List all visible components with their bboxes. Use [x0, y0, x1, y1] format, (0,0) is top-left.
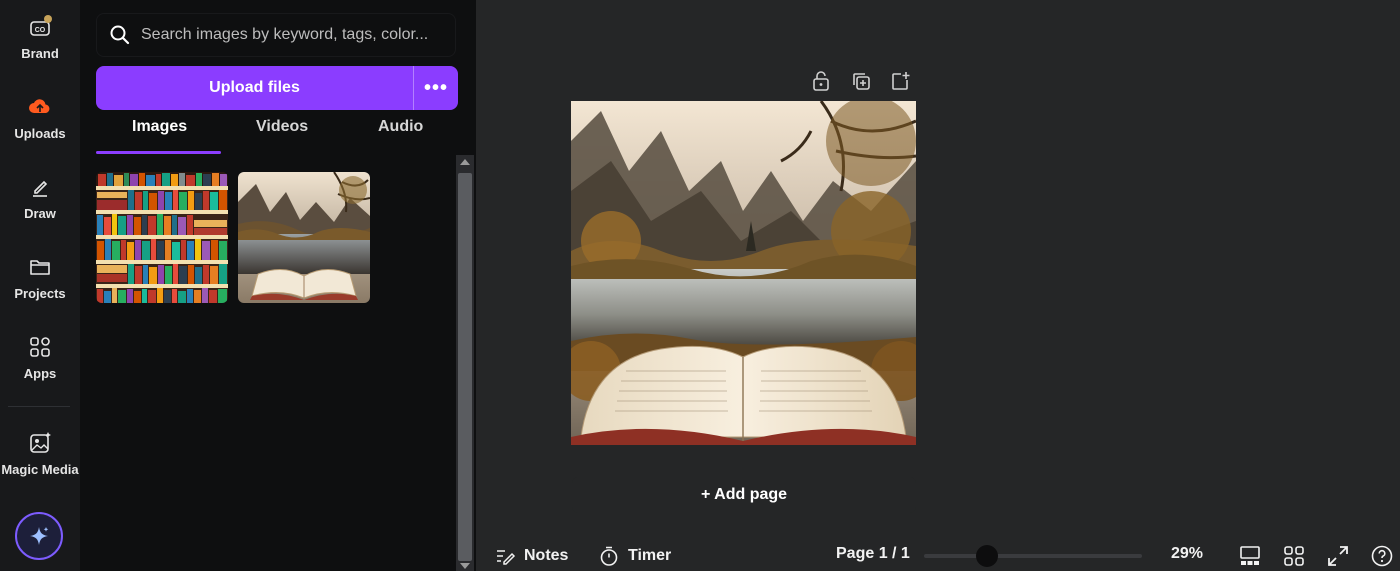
- rail-item-uploads[interactable]: Uploads: [0, 94, 80, 141]
- sparkle-icon: [30, 527, 49, 545]
- folder-icon: [27, 254, 53, 280]
- search-icon: [110, 25, 130, 45]
- duplicate-page-icon[interactable]: [850, 70, 872, 92]
- tab-images[interactable]: Images: [132, 118, 187, 136]
- rail-item-label: Brand: [21, 46, 59, 61]
- lock-icon[interactable]: [810, 70, 832, 92]
- panel-scrollbar[interactable]: [456, 155, 474, 571]
- scroll-down-arrow-icon[interactable]: [460, 563, 470, 569]
- zoom-slider-track[interactable]: [924, 554, 1142, 558]
- page-indicator[interactable]: Page 1 / 1: [836, 545, 910, 563]
- tab-audio[interactable]: Audio: [378, 118, 423, 136]
- rail-item-label: Magic Media: [1, 462, 79, 477]
- add-page-button[interactable]: + Add page: [572, 477, 916, 513]
- uploads-panel: Upload files ••• Images Videos Audio: [80, 0, 476, 571]
- zoom-slider-handle[interactable]: [976, 545, 998, 567]
- left-rail: CO Brand Uploads Draw Projects Apps Magi…: [0, 0, 80, 571]
- brand-icon: CO: [27, 14, 53, 40]
- help-icon[interactable]: [1370, 544, 1394, 568]
- rail-item-projects[interactable]: Projects: [0, 254, 80, 301]
- bottom-toolbar: Notes Timer Page 1 / 1 29%: [476, 540, 1400, 571]
- tab-videos[interactable]: Videos: [256, 118, 308, 136]
- editor-app: CO Brand Uploads Draw Projects Apps Magi…: [0, 0, 1400, 571]
- rail-item-label: Projects: [14, 286, 66, 301]
- media-tabs: Images Videos Audio: [96, 118, 458, 154]
- zoom-level[interactable]: 29%: [1171, 545, 1203, 563]
- scrollbar-thumb[interactable]: [458, 173, 472, 561]
- search-box[interactable]: [96, 13, 456, 57]
- timer-button[interactable]: Timer: [598, 545, 671, 567]
- design-page[interactable]: [571, 101, 916, 445]
- notes-label: Notes: [524, 547, 569, 564]
- pen-icon: [27, 174, 53, 200]
- image-thumbnail-bookshelf[interactable]: [96, 172, 228, 303]
- grid-view-icon[interactable]: [1282, 544, 1306, 568]
- svg-text:CO: CO: [35, 27, 46, 34]
- page-layout-icon[interactable]: [1238, 544, 1262, 568]
- rail-item-draw[interactable]: Draw: [0, 174, 80, 221]
- rail-item-label: Draw: [24, 206, 56, 221]
- search-input[interactable]: [141, 26, 441, 44]
- notes-button[interactable]: Notes: [494, 545, 568, 567]
- more-options-button[interactable]: •••: [414, 66, 458, 110]
- upload-button-group: Upload files •••: [96, 66, 458, 110]
- scroll-up-arrow-icon[interactable]: [460, 159, 470, 165]
- rail-item-apps[interactable]: Apps: [0, 334, 80, 381]
- apps-grid-icon: [27, 334, 53, 360]
- fullscreen-icon[interactable]: [1326, 544, 1350, 568]
- add-page-icon[interactable]: [889, 70, 911, 92]
- rail-item-magic-media[interactable]: Magic Media: [0, 430, 80, 477]
- rail-divider: [8, 406, 70, 407]
- timer-label: Timer: [628, 547, 672, 564]
- canvas-area: + Add page Notes Timer Page 1 / 1 29%: [476, 0, 1400, 571]
- magic-media-icon: [27, 430, 53, 456]
- cloud-upload-icon: [27, 94, 53, 120]
- rail-item-brand[interactable]: CO Brand: [0, 14, 80, 61]
- rail-item-label: Uploads: [14, 126, 66, 141]
- rail-item-label: Apps: [23, 366, 57, 381]
- timer-icon: [600, 546, 618, 566]
- image-thumbnail-book-landscape[interactable]: [238, 172, 370, 303]
- active-tab-indicator: [96, 151, 221, 154]
- notes-icon: [497, 550, 516, 565]
- magic-assistant-button[interactable]: [15, 512, 63, 560]
- upload-files-button[interactable]: Upload files: [96, 66, 413, 110]
